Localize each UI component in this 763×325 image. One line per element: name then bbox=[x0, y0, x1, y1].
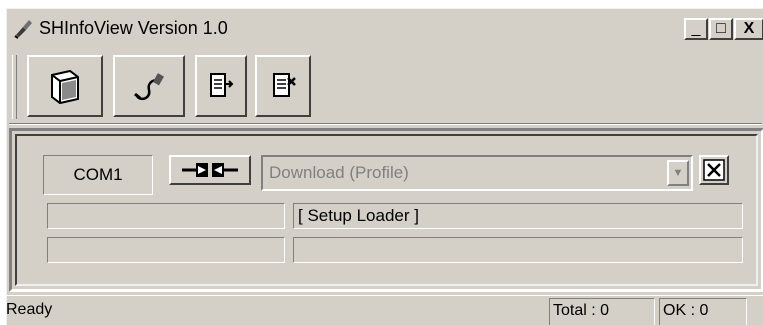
status-row-1-right: [ Setup Loader ] bbox=[293, 203, 743, 229]
port-label: COM1 bbox=[43, 155, 153, 195]
minimize-button[interactable]: _ bbox=[684, 18, 708, 40]
mode-select-value: Download (Profile) bbox=[269, 163, 409, 182]
toolbar-button-book[interactable] bbox=[27, 55, 103, 117]
toolbar-separator bbox=[9, 123, 762, 125]
status-row-1-left bbox=[47, 203, 285, 229]
chevron-down-icon[interactable]: ▼ bbox=[667, 160, 689, 186]
maximize-button[interactable]: □ bbox=[709, 18, 733, 40]
statusbar-message: Ready bbox=[6, 301, 53, 318]
title-bar[interactable]: SHInfoView Version 1.0 _ □ X bbox=[7, 9, 763, 45]
toolbar-grip[interactable] bbox=[12, 55, 17, 119]
status-row-2-left bbox=[47, 237, 285, 263]
toolbar-button-cable[interactable] bbox=[113, 55, 185, 117]
connect-button[interactable] bbox=[169, 155, 251, 185]
app-icon bbox=[13, 17, 35, 39]
statusbar-separator bbox=[7, 295, 763, 296]
app-window: SHInfoView Version 1.0 _ □ X COM1 Downlo… bbox=[6, 8, 763, 325]
mode-select[interactable]: Download (Profile) ▼ bbox=[261, 155, 693, 191]
status-message: [ Setup Loader ] bbox=[298, 206, 419, 225]
status-row-2-right bbox=[293, 237, 743, 263]
toolbar-button-export[interactable] bbox=[195, 55, 247, 117]
statusbar-ok: OK : 0 bbox=[659, 298, 747, 325]
toolbar-button-import[interactable] bbox=[255, 55, 311, 117]
close-button[interactable]: X bbox=[734, 18, 763, 40]
statusbar-total: Total : 0 bbox=[549, 298, 655, 325]
cancel-button[interactable] bbox=[699, 155, 729, 185]
window-title: SHInfoView Version 1.0 bbox=[39, 18, 228, 38]
